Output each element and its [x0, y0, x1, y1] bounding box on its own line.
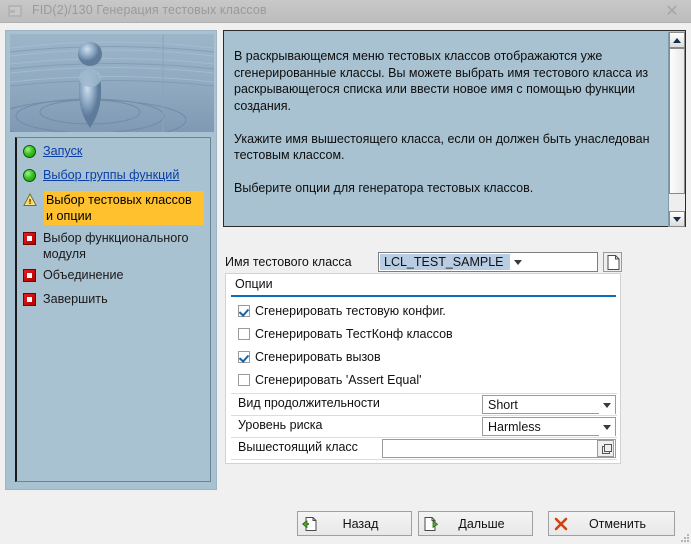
checkbox-icon[interactable] — [238, 305, 250, 317]
sidebar-item-function-group[interactable]: Выбор группы функций — [17, 167, 210, 186]
class-name-combo[interactable]: LCL_TEST_SAMPLE — [378, 252, 598, 272]
window-icon — [8, 5, 22, 17]
checkbox-label: Сгенерировать 'Assert Equal' — [255, 373, 422, 387]
new-document-button[interactable] — [603, 252, 622, 272]
green-ball-icon — [23, 169, 36, 182]
checkbox-icon[interactable] — [238, 328, 250, 340]
sidebar-item-start[interactable]: Запуск — [17, 143, 210, 162]
water-drop-splash-icon — [10, 34, 214, 132]
title-bar: FID(2)/130 Генерация тестовых классов ✕ — [0, 0, 691, 23]
red-square-icon — [23, 232, 36, 245]
close-icon[interactable]: ✕ — [661, 3, 683, 21]
green-ball-icon — [23, 145, 36, 158]
scrollbar-track[interactable] — [669, 48, 685, 211]
window-title: FID(2)/130 Генерация тестовых классов — [32, 3, 267, 17]
risk-select[interactable]: Harmless — [482, 417, 616, 436]
chevron-down-icon[interactable] — [599, 395, 615, 414]
superclass-row: Вышестоящий класс — [231, 437, 617, 458]
checkbox-icon[interactable] — [238, 351, 250, 363]
checkbox-icon[interactable] — [238, 374, 250, 386]
superclass-label: Вышестоящий класс — [238, 440, 358, 454]
class-name-row: Имя тестового класса LCL_TEST_SAMPLE — [225, 252, 622, 272]
sidebar-item-label: Выбор функционального модуля — [43, 231, 189, 261]
wizard-steps-list: Запуск Выбор группы функций Выбор тестов… — [15, 137, 211, 482]
duration-value: Short — [488, 397, 518, 412]
risk-label: Уровень риска — [238, 418, 323, 432]
arrow-right-document-icon — [423, 516, 439, 532]
scroll-up-icon[interactable] — [669, 32, 685, 48]
back-button-label: Назад — [342, 516, 379, 531]
splash-image — [10, 34, 214, 132]
superclass-field-wrapper[interactable] — [382, 439, 616, 458]
scroll-down-icon[interactable] — [669, 211, 685, 227]
checkbox-generate-assert-equal[interactable]: Сгенерировать 'Assert Equal' — [238, 373, 422, 387]
next-button-label: Дальше — [458, 516, 505, 531]
button-bar: Назад Дальше Отменить — [0, 505, 691, 544]
sidebar-item-label: Объединение — [43, 268, 124, 282]
chevron-down-icon[interactable] — [599, 417, 615, 436]
checkbox-generate-test-config[interactable]: Сгенерировать тестовую конфиг. — [238, 304, 446, 318]
sidebar-item-test-classes[interactable]: Выбор тестовых классов и опции — [17, 191, 210, 225]
cancel-button-label: Отменить — [588, 516, 647, 531]
help-scrollbar[interactable] — [668, 32, 685, 227]
group-divider — [231, 295, 616, 297]
sidebar-item-label: Завершить — [43, 292, 108, 306]
checkbox-generate-testconf-classes[interactable]: Сгенерировать ТестКонф классов — [238, 327, 453, 341]
help-text: В раскрывающемся меню тестовых классов о… — [234, 49, 650, 195]
help-text-panel: В раскрывающемся меню тестовых классов о… — [223, 30, 686, 227]
duration-row: Вид продолжительности Short — [231, 393, 617, 414]
next-button[interactable]: Дальше — [418, 511, 533, 536]
scrollbar-thumb[interactable] — [669, 48, 685, 194]
options-group-title: Опции — [235, 277, 273, 291]
wizard-sidebar: Запуск Выбор группы функций Выбор тестов… — [5, 30, 217, 490]
red-x-icon — [553, 516, 569, 532]
new-document-icon — [607, 255, 620, 270]
sidebar-item-label: Выбор группы функций — [43, 168, 180, 182]
risk-value: Harmless — [488, 419, 541, 434]
checkbox-label: Сгенерировать ТестКонф классов — [255, 327, 453, 341]
sidebar-item-label: Запуск — [43, 144, 83, 158]
risk-row: Уровень риска Harmless — [231, 415, 617, 436]
sidebar-item-function-module[interactable]: Выбор функционального модуля — [17, 230, 210, 262]
duration-select[interactable]: Short — [482, 395, 616, 414]
class-name-label: Имя тестового класса — [225, 255, 352, 269]
dialog-window: FID(2)/130 Генерация тестовых классов ✕ — [0, 0, 691, 544]
class-name-value[interactable]: LCL_TEST_SAMPLE — [380, 254, 510, 270]
superclass-input[interactable] — [383, 441, 597, 456]
checkbox-label: Сгенерировать тестовую конфиг. — [255, 304, 446, 318]
sidebar-item-finish[interactable]: Завершить — [17, 291, 210, 310]
search-help-icon[interactable] — [597, 440, 614, 457]
arrow-left-document-icon — [301, 516, 318, 532]
back-button[interactable]: Назад — [297, 511, 412, 536]
red-square-icon — [23, 293, 36, 306]
resize-grip[interactable] — [679, 532, 689, 542]
warning-triangle-icon — [23, 193, 37, 207]
checkbox-label: Сгенерировать вызов — [255, 350, 381, 364]
duration-label: Вид продолжительности — [238, 396, 380, 410]
checkbox-generate-call[interactable]: Сгенерировать вызов — [238, 350, 381, 364]
panel-bottom-divider — [231, 459, 617, 460]
chevron-down-icon[interactable] — [510, 253, 527, 271]
cancel-button[interactable]: Отменить — [548, 511, 675, 536]
sidebar-item-label: Выбор тестовых классов и опции — [44, 191, 204, 225]
sidebar-item-merge[interactable]: Объединение — [17, 267, 210, 286]
red-square-icon — [23, 269, 36, 282]
options-panel: Опции Сгенерировать тестовую конфиг. Сге… — [225, 273, 621, 464]
